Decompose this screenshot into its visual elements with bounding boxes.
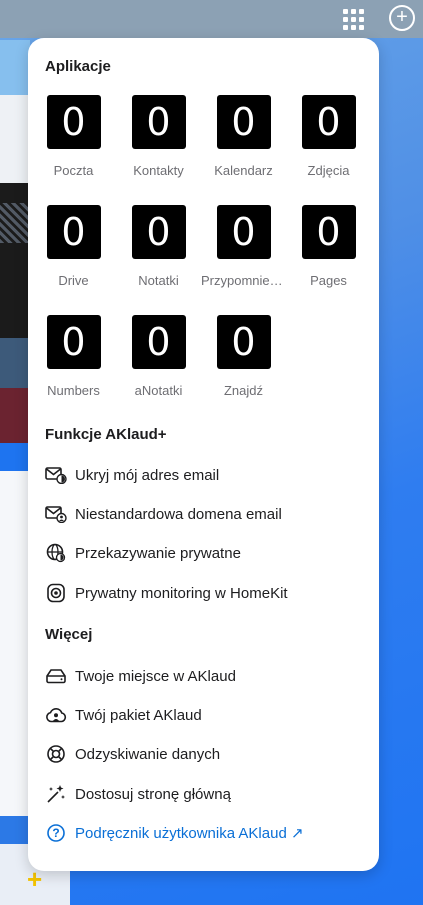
cloud-user-icon [45,704,67,726]
app-tile-numbers[interactable]: 0 Numbers [31,315,116,398]
more-label: Twoje miejsce w AKlaud [75,667,236,685]
apps-menu-panel: Aplikacje 0 Poczta 0 Kontakty 0 Kalendar… [28,38,379,871]
hide-email-icon [45,464,67,486]
app-tile-przypomnienia[interactable]: 0 Przypomnienia [201,205,286,288]
custom-domain-email-icon [45,503,67,525]
app-label: Numbers [47,383,100,398]
apps-section-title: Aplikacje [45,58,111,75]
more-label: Odzyskiwanie danych [75,745,221,763]
more-user-guide-link[interactable]: ? Podręcznik użytkownika AKlaud ↗ [45,821,304,845]
background-strip [0,816,30,844]
app-tile-znajdz[interactable]: 0 Znajdź [201,315,286,398]
app-label: Poczta [53,163,94,178]
app-tile-anotatki[interactable]: 0 aNotatki [116,315,201,398]
app-badge: 0 [216,315,271,369]
app-tile-kontakty[interactable]: 0 Kontakty [116,95,201,178]
app-badge: 0 [131,95,186,149]
add-circle-icon[interactable]: + [389,5,415,31]
app-label: Zdjęcia [307,163,350,178]
more-storage[interactable]: Twoje miejsce w AKlaud [45,664,236,688]
app-tile-kalendarz[interactable]: 0 Kalendarz [201,95,286,178]
app-tile-notatki[interactable]: 0 Notatki [116,205,201,288]
background-strip [0,40,30,95]
app-badge: 0 [46,205,101,259]
top-toolbar: + [0,0,423,38]
feature-label: Prywatny monitoring w HomeKit [75,584,288,602]
app-badge: 0 [131,205,186,259]
app-badge: 0 [216,205,271,259]
user-guide-label: Podręcznik użytkownika AKlaud ↗ [75,825,304,842]
app-badge: 0 [131,315,186,369]
app-label: Drive [58,273,89,288]
app-label: aNotatki [134,383,183,398]
app-label: Notatki [138,273,179,288]
background-photo [0,183,30,443]
storage-drive-icon [45,665,67,687]
more-plan[interactable]: Twój pakiet AKlaud [45,703,202,727]
background-strip [0,443,30,471]
app-badge: 0 [46,95,101,149]
app-grid-icon[interactable] [340,6,366,32]
private-relay-globe-icon [45,542,67,564]
app-badge: 0 [46,315,101,369]
feature-hide-email[interactable]: Ukryj mój adres email [45,463,219,487]
lifebuoy-icon [45,743,67,765]
homekit-camera-icon [45,582,67,604]
app-label: Przypomnienia [201,273,286,288]
app-tile-drive[interactable]: 0 Drive [31,205,116,288]
feature-private-relay[interactable]: Przekazywanie prywatne [45,541,241,565]
feature-label: Niestandardowa domena email [75,505,282,523]
app-tile-pages[interactable]: 0 Pages [286,205,371,288]
app-label: Kalendarz [214,163,273,178]
feature-label: Ukryj mój adres email [75,466,220,484]
sparkles-icon [45,783,67,805]
background-strip [0,95,30,183]
more-label: Dostosuj stronę główną [75,785,231,803]
app-badge: 0 [216,95,271,149]
svg-text:?: ? [52,826,59,840]
app-label: Znajdź [223,383,264,398]
more-customize-home[interactable]: Dostosuj stronę główną [45,782,231,806]
more-label: Twój pakiet AKlaud [75,706,202,724]
app-label: Pages [310,273,347,288]
app-badge: 0 [301,95,356,149]
app-tile-zdjecia[interactable]: 0 Zdjęcia [286,95,371,178]
more-section-title: Więcej [45,626,93,643]
background-strip [0,471,30,816]
app-label: Kontakty [133,163,184,178]
feature-custom-domain[interactable]: Niestandardowa domena email [45,502,282,526]
app-badge: 0 [301,205,356,259]
features-section-title: Funkcje AKlaud+ [45,426,167,443]
app-tile-poczta[interactable]: 0 Poczta [31,95,116,178]
feature-label: Przekazywanie prywatne [75,544,241,562]
more-data-recovery[interactable]: Odzyskiwanie danych [45,742,220,766]
feature-homekit-monitoring[interactable]: Prywatny monitoring w HomeKit [45,581,288,605]
help-circle-icon: ? [45,822,67,844]
